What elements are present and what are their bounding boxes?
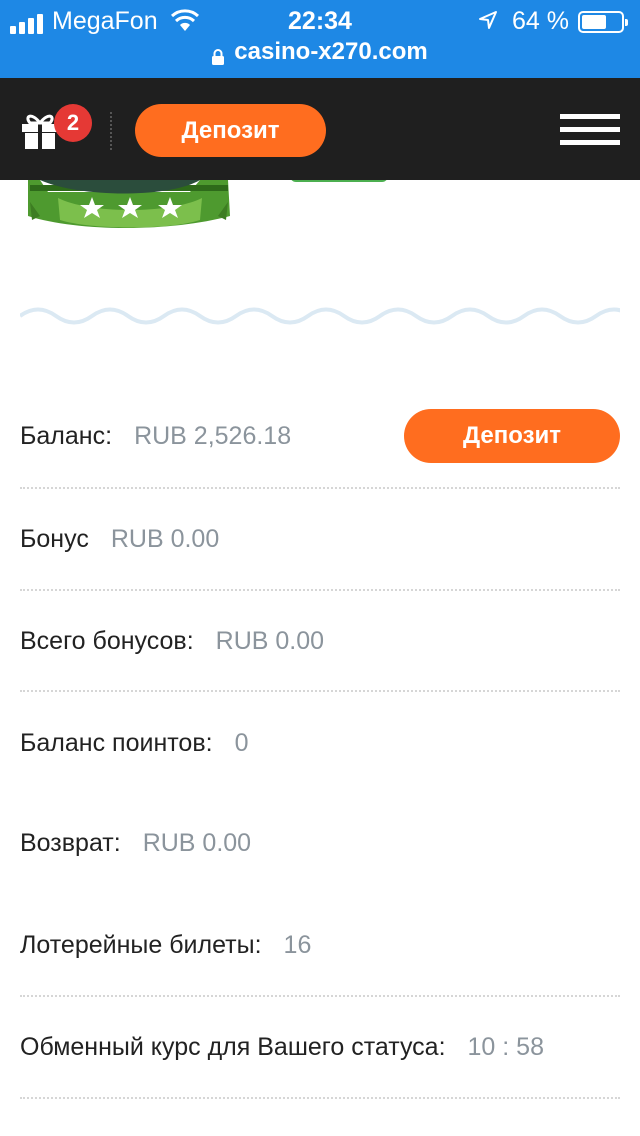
- exchange-rate-label: Обменный курс для Вашего статуса:: [20, 1032, 446, 1061]
- cashback-label: Возврат:: [20, 828, 121, 857]
- hamburger-menu-icon[interactable]: [560, 114, 620, 146]
- battery-percentage: 64 %: [512, 7, 569, 35]
- header-deposit-button[interactable]: Депозит: [135, 104, 326, 157]
- profile-hero: [0, 180, 640, 240]
- lottery-tickets-label: Лотерейные билеты:: [20, 930, 262, 959]
- exchange-rate-row: Обменный курс для Вашего статуса: 10 : 5…: [20, 996, 620, 1098]
- lottery-tickets-row: Лотерейные билеты: 16: [20, 894, 620, 996]
- cashback-row: Возврат: RUB 0.00: [20, 792, 620, 894]
- balance-label: Баланс:: [20, 421, 113, 450]
- points-balance-row: Баланс поинтов: 0: [20, 692, 620, 794]
- total-bonuses-label: Всего бонусов:: [20, 626, 194, 655]
- url-text: casino-x270.com: [234, 38, 428, 65]
- bonus-label: Бонус: [20, 524, 89, 553]
- balance-value: RUB 2,526.18: [134, 421, 292, 450]
- location-arrow-icon: [478, 10, 498, 35]
- notification-badge[interactable]: 2: [54, 104, 92, 142]
- total-bonuses-value: RUB 0.00: [215, 626, 325, 655]
- rank-emblem-icon: [28, 180, 387, 228]
- lock-icon: [212, 44, 225, 65]
- lottery-tickets-value: 16: [283, 930, 312, 959]
- total-bonuses-row: Всего бонусов: RUB 0.00: [20, 590, 620, 692]
- bonus-value: RUB 0.00: [110, 524, 220, 553]
- status-bar: MegaFon 22:34 64 % casino-x270.com: [0, 0, 640, 78]
- site-header: 2 Депозит: [0, 78, 640, 180]
- wave-divider: [20, 307, 620, 325]
- row-divider: [20, 1097, 620, 1099]
- cashback-value: RUB 0.00: [142, 828, 252, 857]
- points-balance-value: 0: [234, 728, 249, 757]
- header-divider: [110, 112, 112, 150]
- points-balance-label: Баланс поинтов:: [20, 728, 213, 757]
- bonus-row: Бонус RUB 0.00: [20, 488, 620, 590]
- exchange-rate-value: 10 : 58: [467, 1032, 544, 1061]
- address-bar[interactable]: casino-x270.com: [212, 38, 428, 66]
- balance-deposit-button[interactable]: Депозит: [404, 409, 620, 463]
- battery-icon: [578, 11, 628, 33]
